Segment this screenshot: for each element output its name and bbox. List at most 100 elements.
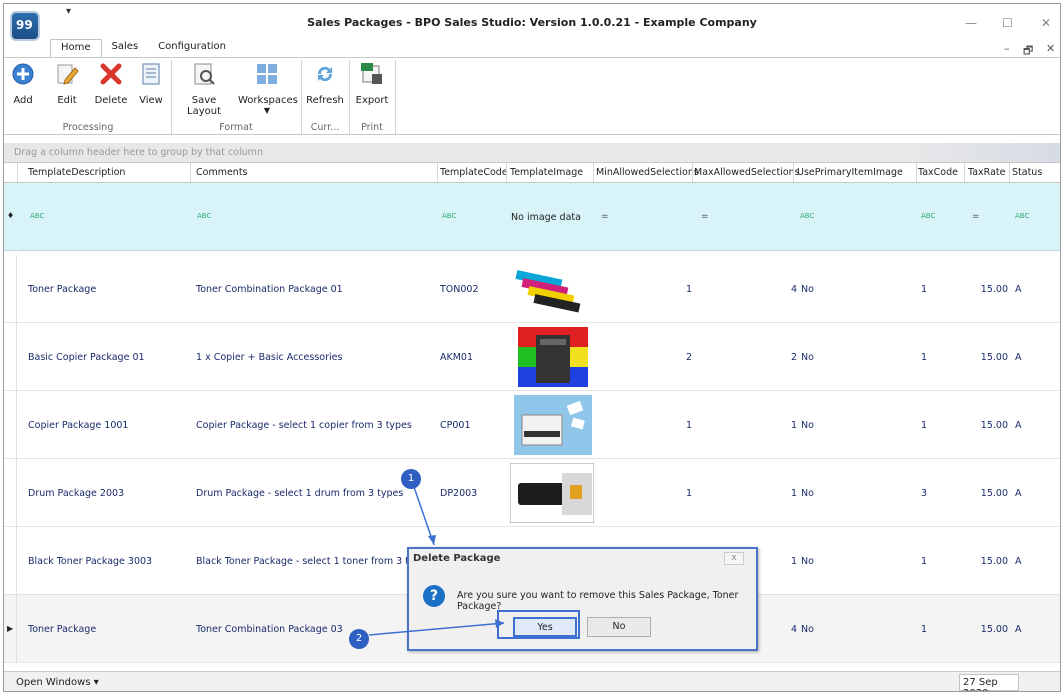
table-row[interactable]: Copier Package 1001 Copier Package - sel… <box>4 391 1060 459</box>
ribbon-tabs: Home Sales Configuration <box>50 39 236 57</box>
filter-taxcode-input[interactable]: ABC <box>921 212 935 220</box>
refresh-button[interactable]: Refresh <box>305 62 345 106</box>
cell-max: 2 <box>790 352 797 363</box>
group-by-hint: Drag a column header here to group by th… <box>14 147 263 158</box>
filter-comments-input[interactable]: ABC <box>197 212 211 220</box>
column-header-taxrate[interactable]: TaxRate <box>968 167 1005 178</box>
row-indicator[interactable] <box>4 391 17 458</box>
workspaces-dropdown-icon: ▼ <box>263 106 271 115</box>
cell-taxcode: 1 <box>921 284 928 295</box>
group-label-print: Print <box>361 122 383 133</box>
workspaces-button[interactable]: Workspaces ▼ <box>238 62 298 115</box>
table-row[interactable]: Drum Package 2003 Drum Package - select … <box>4 459 1060 527</box>
filter-desc-input[interactable]: ABC <box>30 212 44 220</box>
cell-taxcode: 1 <box>921 624 928 635</box>
filter-primary-input[interactable]: ABC <box>800 212 814 220</box>
no-button[interactable]: No <box>587 617 651 637</box>
cell-taxrate: 15.00 <box>980 488 1008 499</box>
date-field[interactable]: 27 Sep 2020 <box>959 674 1019 691</box>
filter-max-input[interactable]: = <box>701 212 709 222</box>
export-xlsx-icon <box>361 63 382 84</box>
cell-taxcode: 3 <box>921 488 928 499</box>
callout-1: 1 <box>401 469 421 489</box>
cell-code: CP001 <box>440 420 471 431</box>
export-button[interactable]: Export <box>354 62 390 106</box>
column-header-templatedescription[interactable]: TemplateDescription <box>28 167 125 178</box>
tab-home[interactable]: Home <box>50 39 102 57</box>
save-layout-icon <box>194 63 215 85</box>
cell-comments: Toner Combination Package 01 <box>196 284 343 295</box>
minimize-button[interactable]: — <box>965 16 977 30</box>
column-separator <box>593 163 594 182</box>
column-header-maxallowedselections[interactable]: MaxAllowedSelections <box>694 167 800 178</box>
cell-status: A <box>1015 420 1022 431</box>
status-bar: Open Windows ▾ 27 Sep 2020 <box>4 671 1060 691</box>
copier-package-image <box>516 327 588 387</box>
filter-min-input[interactable]: = <box>601 212 609 222</box>
cell-code: TON002 <box>440 284 479 295</box>
column-header-templateimage[interactable]: TemplateImage <box>510 167 583 178</box>
cell-desc: Copier Package 1001 <box>28 420 129 431</box>
cell-taxrate: 15.00 <box>980 284 1008 295</box>
cell-taxrate: 15.00 <box>980 420 1008 431</box>
table-row[interactable]: Basic Copier Package 01 1 x Copier + Bas… <box>4 323 1060 391</box>
cell-desc: Basic Copier Package 01 <box>28 352 145 363</box>
column-header-status[interactable]: Status <box>1012 167 1042 178</box>
column-header-taxcode[interactable]: TaxCode <box>918 167 958 178</box>
column-header-comments[interactable]: Comments <box>196 167 248 178</box>
column-separator <box>916 163 917 182</box>
edit-button[interactable]: Edit <box>52 62 82 106</box>
column-header-useprimaryitemimage[interactable]: UsePrimaryItemImage <box>797 167 903 178</box>
cell-min: 1 <box>685 488 692 499</box>
column-separator <box>793 163 794 182</box>
row-indicator[interactable] <box>4 527 17 594</box>
cell-comments: Black Toner Package - select 1 toner fro… <box>196 556 432 567</box>
column-separator <box>190 163 191 182</box>
copier-1001-image <box>514 395 592 455</box>
edit-icon <box>57 64 79 85</box>
row-indicator[interactable] <box>4 323 17 390</box>
group-by-panel[interactable]: Drag a column header here to group by th… <box>4 143 1060 163</box>
save-layout-button[interactable]: Save Layout <box>175 62 233 117</box>
open-windows-menu[interactable]: Open Windows ▾ <box>16 677 99 688</box>
close-button[interactable]: ✕ <box>1041 16 1051 30</box>
tab-sales[interactable]: Sales <box>102 39 149 57</box>
cell-status: A <box>1015 556 1022 567</box>
dialog-message: Are you sure you want to remove this Sal… <box>457 590 739 612</box>
delete-icon <box>100 63 122 85</box>
row-indicator[interactable] <box>4 255 17 322</box>
cell-code: DP2003 <box>440 488 478 499</box>
cell-max: 1 <box>790 420 797 431</box>
cell-desc: Drum Package 2003 <box>28 488 125 499</box>
dialog-close-button[interactable]: x <box>724 552 744 565</box>
cell-max: 4 <box>790 284 797 295</box>
cell-primary: No <box>801 488 814 499</box>
add-button[interactable]: Add <box>8 62 38 106</box>
ribbon: Add Edit Delete View Save Layout Workspa… <box>4 57 1060 135</box>
filter-status-input[interactable]: ABC <box>1015 212 1029 220</box>
column-header-minallowedselections[interactable]: MinAllowedSelections <box>596 167 699 178</box>
mdi-minimize-button[interactable]: – <box>1004 42 1010 55</box>
tab-configuration[interactable]: Configuration <box>148 39 236 57</box>
maximize-button[interactable]: ☐ <box>1002 16 1013 30</box>
column-header-templatecode[interactable]: TemplateCode <box>440 167 508 178</box>
column-separator <box>437 163 438 182</box>
table-row[interactable]: Toner Package Toner Combination Package … <box>4 255 1060 323</box>
delete-package-dialog: Delete Package x ? Are you sure you want… <box>407 547 758 651</box>
row-indicator[interactable]: ▶ <box>4 595 17 662</box>
cell-primary: No <box>801 556 814 567</box>
filter-code-input[interactable]: ABC <box>442 212 456 220</box>
delete-button[interactable]: Delete <box>94 62 128 106</box>
view-button[interactable]: View <box>136 62 166 106</box>
row-indicator[interactable] <box>4 459 17 526</box>
filter-taxrate-input[interactable]: = <box>972 212 980 222</box>
toner-package-image <box>510 259 594 319</box>
mdi-close-button[interactable]: ✕ <box>1046 42 1055 55</box>
column-separator <box>692 163 693 182</box>
app-window: 99 ▾ Sales Packages - BPO Sales Studio: … <box>3 3 1061 692</box>
yes-button-highlight <box>497 610 580 639</box>
cell-primary: No <box>801 624 814 635</box>
drum-package-image <box>510 463 594 523</box>
cell-comments: Drum Package - select 1 drum from 3 type… <box>196 488 404 499</box>
cell-taxcode: 1 <box>921 556 928 567</box>
